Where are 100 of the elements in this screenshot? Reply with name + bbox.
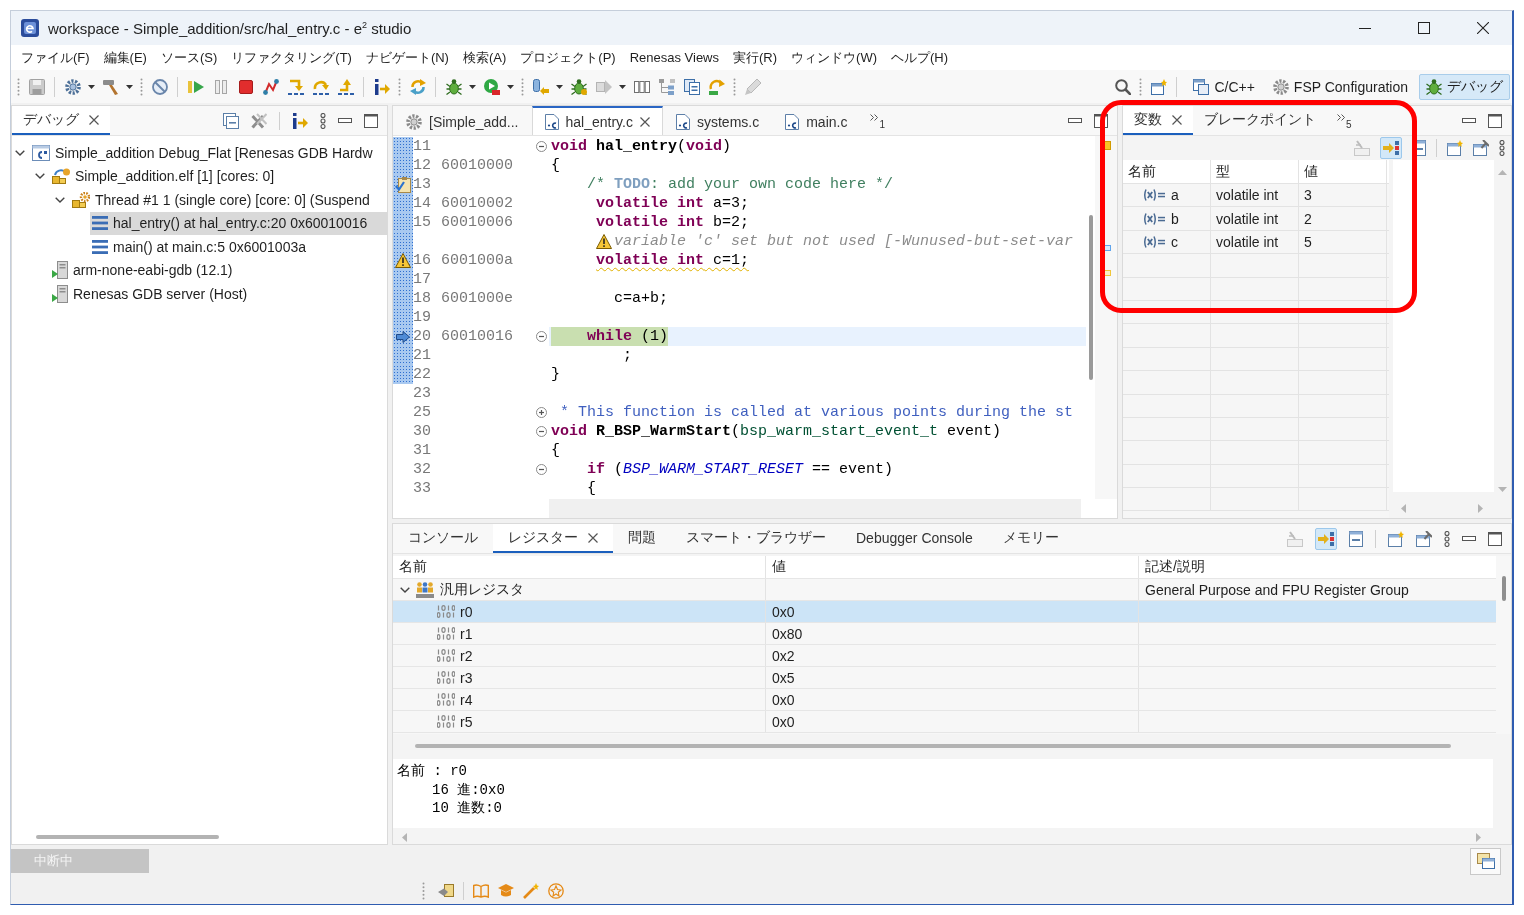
maximize-icon[interactable] (1417, 22, 1430, 34)
instruction-step-icon[interactable] (373, 78, 390, 95)
slashed-circle-icon[interactable] (151, 78, 168, 95)
menu-item[interactable]: ファイル(F) (14, 48, 97, 67)
caret-down-icon[interactable] (507, 84, 514, 89)
menu-item[interactable]: 検索(A) (455, 48, 514, 67)
column-header[interactable]: 名前 (1128, 162, 1156, 181)
tree-item[interactable]: Simple_addition Debug_Flat [Renesas GDB Hardw (30, 141, 387, 165)
chevron-down-icon[interactable] (35, 173, 45, 180)
minus-circle-icon[interactable] (535, 426, 547, 437)
view-tab[interactable]: 変数 (1123, 106, 1193, 135)
view-tab[interactable]: レジスター (493, 524, 613, 553)
tree-item[interactable]: arm-none-eabi-gdb (12.1) (50, 258, 387, 282)
view-tab[interactable]: コンソール (393, 524, 493, 553)
maximize-icon[interactable] (364, 113, 378, 128)
maximize-icon[interactable] (1488, 113, 1502, 128)
menu-item[interactable]: ヘルプ(H) (884, 48, 956, 67)
tree-item[interactable]: Simple_addition.elf [1] [cores: 0] (50, 164, 387, 188)
view-tab[interactable]: ブレークポイント (1193, 106, 1327, 135)
tree-item[interactable]: Renesas GDB server (Host) (50, 282, 387, 306)
menu-item[interactable]: ナビゲート(N) (358, 48, 456, 67)
refresh-icon[interactable] (708, 78, 725, 95)
new-view-icon[interactable] (1388, 530, 1404, 547)
toolbar-grip-icon[interactable] (398, 77, 401, 96)
close-icon[interactable] (639, 116, 650, 127)
minimize-icon[interactable] (1462, 118, 1476, 123)
menu-item[interactable]: 実行(R) (726, 48, 785, 67)
table-row[interactable]: r0 0x0 (393, 601, 1496, 623)
perspective-button[interactable]: C/C++ (1186, 73, 1262, 100)
tree-item[interactable]: hal_entry() at hal_entry.c:20 0x60010016 (90, 211, 387, 235)
horizontal-scrollbar[interactable] (549, 499, 1081, 518)
more-options-icon[interactable] (1499, 140, 1505, 156)
column-header[interactable]: 名前 (399, 558, 427, 576)
editor-tab[interactable]: hal_entry.c (531, 106, 663, 135)
reset-arrows-icon[interactable] (409, 78, 426, 95)
caret-down-icon[interactable] (619, 84, 626, 89)
view-tab[interactable]: メモリー (987, 524, 1074, 553)
caret-down-icon[interactable] (126, 84, 133, 89)
vertical-scrollbar[interactable] (1501, 576, 1506, 601)
pin-icon[interactable] (1416, 530, 1432, 547)
more-tabs-button[interactable]: 5 (1327, 106, 1362, 135)
hammer-icon[interactable] (102, 78, 119, 95)
step-into-icon[interactable] (287, 78, 304, 95)
tool-arrow-icon[interactable] (532, 78, 549, 95)
collapse-icon[interactable] (1349, 530, 1363, 547)
new-view-icon[interactable] (1447, 140, 1463, 156)
caret-down-icon[interactable] (88, 84, 95, 89)
run-icon[interactable] (483, 78, 500, 95)
toolbar-grip-icon[interactable] (521, 77, 524, 96)
close-icon[interactable] (1476, 22, 1489, 34)
view-tab[interactable]: スマート・ブラウザー (671, 524, 841, 553)
table-row[interactable]: r2 0x2 (393, 645, 1496, 667)
tree-item[interactable]: main() at main.c:5 0x6001003a (90, 235, 387, 259)
window-icon[interactable] (1193, 78, 1210, 95)
step-over-icon[interactable] (312, 78, 329, 95)
minimize-icon[interactable] (338, 118, 352, 123)
card-icon[interactable] (438, 882, 454, 899)
vertical-scrollbar[interactable] (1088, 215, 1093, 380)
perspective-button[interactable]: デバッグ (1419, 73, 1510, 100)
caret-down-icon[interactable] (556, 84, 563, 89)
view-tab[interactable]: Debugger Console (841, 524, 988, 553)
column-header[interactable]: 型 (1216, 162, 1230, 181)
search-icon[interactable] (1114, 78, 1131, 95)
toolbar-grip-icon[interactable] (733, 77, 736, 96)
toolbar-grip-icon[interactable] (140, 77, 143, 96)
maximize-icon[interactable] (1488, 531, 1502, 546)
close-icon[interactable] (89, 114, 99, 125)
disconnect-icon[interactable] (262, 78, 279, 95)
column-header[interactable]: 値 (1304, 162, 1318, 181)
view-tab[interactable]: 問題 (613, 524, 671, 553)
table-row[interactable]: r1 0x80 (393, 623, 1496, 645)
toolbar-grip-icon[interactable] (1139, 77, 1143, 96)
gear-icon[interactable] (1272, 78, 1289, 95)
caret-down-icon[interactable] (469, 84, 476, 89)
minimize-icon[interactable] (1462, 536, 1476, 541)
menu-item[interactable]: ソース(S) (153, 48, 225, 67)
minimize-icon[interactable] (1358, 27, 1371, 29)
window-list-button[interactable] (1470, 847, 1501, 875)
tree-item[interactable]: Thread #1 1 (single core) [core: 0] (Suspend (70, 188, 387, 212)
collapse-all-icon[interactable] (223, 112, 239, 129)
more-options-icon[interactable] (320, 112, 326, 129)
more-tabs-button[interactable]: 1 (860, 106, 895, 135)
step-return-icon[interactable] (337, 78, 354, 95)
chevron-down-icon[interactable] (400, 586, 410, 593)
view-tab[interactable]: デバッグ (12, 106, 110, 135)
pin-icon[interactable] (1473, 140, 1489, 156)
column-header[interactable]: 値 (772, 558, 786, 576)
menu-item[interactable]: リファクタリング(T) (224, 48, 359, 67)
close-icon[interactable] (588, 532, 598, 543)
gear-icon[interactable] (64, 78, 81, 95)
stop-icon[interactable] (237, 78, 254, 95)
bug-icon[interactable] (1426, 78, 1442, 95)
horizontal-scrollbar[interactable] (36, 835, 219, 839)
menu-item[interactable]: 編集(E) (96, 48, 154, 67)
save-icon[interactable] (28, 78, 45, 95)
bug-icon[interactable] (445, 78, 462, 95)
menu-item[interactable]: ウィンドウ(W) (784, 48, 884, 67)
minus-circle-icon[interactable] (535, 331, 547, 342)
table-row[interactable]: r5 0x0 (393, 711, 1496, 733)
close-icon[interactable] (1172, 114, 1182, 125)
